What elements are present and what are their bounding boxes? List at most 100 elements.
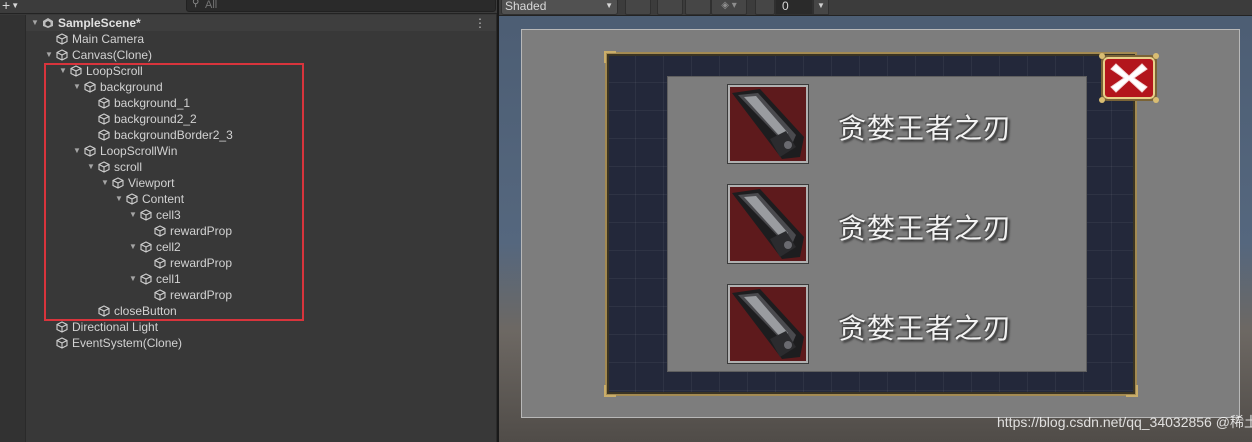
item-name: 贪婪王者之刃 (838, 212, 1013, 245)
hierarchy-row[interactable]: EventSystem(Clone) (26, 335, 496, 351)
gameobject-cube-icon (70, 65, 82, 77)
effects-toggle-button[interactable]: ◈ ▾ (711, 0, 747, 15)
shading-mode-label: Shaded (505, 0, 547, 13)
hierarchy-row[interactable]: rewardProp (26, 287, 496, 303)
gameobject-cube-icon (98, 305, 110, 317)
hierarchy-row[interactable]: ▼ background (26, 79, 496, 95)
hierarchy-search-input[interactable] (205, 0, 485, 12)
hierarchy-gutter (0, 15, 26, 442)
hierarchy-row-label: cell2 (156, 240, 181, 254)
lighting-toggle-button[interactable] (657, 0, 683, 15)
hierarchy-row[interactable]: ▼ Viewport (26, 175, 496, 191)
gameobject-cube-icon (140, 273, 152, 285)
hierarchy-row[interactable]: ▼ cell3 (26, 207, 496, 223)
2d-toggle-button[interactable] (625, 0, 651, 15)
item-name: 贪婪王者之刃 (838, 112, 1013, 145)
layers-icon: ◈ ▾ (721, 0, 737, 11)
hierarchy-row-label: Content (142, 192, 185, 206)
hierarchy-row[interactable]: ▼ scroll (26, 159, 496, 175)
hierarchy-row-label: Directional Light (72, 320, 159, 334)
hierarchy-row[interactable]: rewardProp (26, 223, 496, 239)
frame-corner-ornament (604, 385, 616, 397)
hierarchy-row[interactable]: background2_2 (26, 111, 496, 127)
scene-menu-icon[interactable]: ⋮ (474, 15, 486, 31)
chevron-down-icon: ▼ (605, 1, 613, 10)
hierarchy-row[interactable]: backgroundBorder2_3 (26, 127, 496, 143)
hierarchy-scene-row[interactable]: ▼ SampleScene* ⋮ (26, 15, 496, 31)
sword-item-icon (728, 285, 808, 363)
frame-corner-ornament (604, 51, 616, 63)
list-cell[interactable]: 贪婪王者之刃 (668, 77, 1088, 163)
hierarchy-row[interactable]: ▼ Canvas(Clone) (26, 47, 496, 63)
gameobject-cube-icon (112, 177, 124, 189)
expand-arrow-icon[interactable]: ▼ (58, 63, 68, 79)
watermark-text: https://blog.csdn.net/qq_34032856 @稀土掘金技… (997, 414, 1252, 430)
list-cell[interactable]: 贪婪王者之刃 (668, 177, 1088, 263)
hierarchy-row-label: rewardProp (170, 288, 233, 302)
scene-toolbar: Shaded ▼ ◈ ▾ 0 ▼ (499, 0, 1252, 16)
expand-arrow-icon[interactable]: ▼ (86, 159, 96, 175)
expand-arrow-icon[interactable]: ▼ (128, 271, 138, 287)
expand-arrow-icon[interactable]: ▼ (72, 143, 82, 159)
unity-scene-icon (42, 17, 54, 29)
hierarchy-row[interactable]: ▼ LoopScrollWin (26, 143, 496, 159)
gameobject-cube-icon (140, 209, 152, 221)
shading-mode-dropdown[interactable]: Shaded ▼ (501, 0, 618, 15)
hierarchy-row-label: Main Camera (72, 32, 145, 46)
gameobject-cube-icon (56, 49, 68, 61)
expand-arrow-icon[interactable]: ▼ (100, 175, 110, 191)
hierarchy-row-label: background_1 (114, 96, 191, 110)
plus-icon: + (2, 0, 11, 13)
hierarchy-row-label: EventSystem(Clone) (72, 336, 183, 350)
hierarchy-row-label: cell1 (156, 272, 181, 286)
hierarchy-row[interactable]: rewardProp (26, 255, 496, 271)
hierarchy-row-label: scroll (114, 160, 143, 174)
scene-view[interactable]: Shaded ▼ ◈ ▾ 0 ▼ 贪婪王者之刃 贪婪王者之刃 贪婪王者之刃 ht… (499, 0, 1252, 442)
expand-arrow-icon[interactable]: ▼ (30, 15, 40, 31)
expand-arrow-icon[interactable]: ▼ (128, 239, 138, 255)
hierarchy-row-label: backgroundBorder2_3 (114, 128, 233, 142)
hidden-objects-count: 0 (775, 0, 813, 15)
hierarchy-row[interactable]: Directional Light (26, 319, 496, 335)
chevron-down-icon[interactable]: ▼ (813, 0, 829, 15)
hierarchy-row[interactable]: ▼ Content (26, 191, 496, 207)
gameobject-cube-icon (98, 97, 110, 109)
hierarchy-row-label: background (100, 80, 163, 94)
scroll-viewport[interactable]: 贪婪王者之刃 贪婪王者之刃 贪婪王者之刃 (667, 76, 1087, 372)
hierarchy-row[interactable]: ▼ cell1 (26, 271, 496, 287)
hierarchy-row[interactable]: background_1 (26, 95, 496, 111)
hierarchy-row[interactable]: ▼ cell2 (26, 239, 496, 255)
close-x-icon (1099, 53, 1159, 103)
hierarchy-row-label: Viewport (128, 176, 175, 190)
hierarchy-row-label: background2_2 (114, 112, 197, 126)
close-button[interactable] (1098, 52, 1160, 104)
hierarchy-row-label: rewardProp (170, 224, 233, 238)
gameobject-cube-icon (84, 81, 96, 93)
hierarchy-row[interactable]: Main Camera (26, 31, 496, 47)
expand-arrow-icon[interactable]: ▼ (128, 207, 138, 223)
hidden-objects-button[interactable] (755, 0, 775, 15)
hierarchy-row-label: Canvas(Clone) (72, 48, 153, 62)
gameobject-cube-icon (56, 321, 68, 333)
hierarchy-search[interactable]: ⚲ (186, 0, 496, 12)
add-object-button[interactable]: +▼ (0, 0, 26, 13)
expand-arrow-icon[interactable]: ▼ (114, 191, 124, 207)
frame-corner-ornament (1126, 385, 1138, 397)
gameobject-cube-icon (126, 193, 138, 205)
gameobject-cube-icon (154, 289, 166, 301)
gameobject-cube-icon (56, 337, 68, 349)
gameobject-cube-icon (98, 129, 110, 141)
hierarchy-row[interactable]: closeButton (26, 303, 496, 319)
chevron-down-icon: ▼ (11, 1, 20, 10)
gameobject-cube-icon (154, 257, 166, 269)
hierarchy-row-label: LoopScrollWin (100, 144, 178, 158)
item-name: 贪婪王者之刃 (838, 312, 1013, 345)
hierarchy-row-label: cell3 (156, 208, 181, 222)
hierarchy-row-label: LoopScroll (86, 64, 143, 78)
expand-arrow-icon[interactable]: ▼ (44, 47, 54, 63)
audio-toggle-button[interactable] (685, 0, 711, 15)
hierarchy-row[interactable]: ▼ LoopScroll (26, 63, 496, 79)
hierarchy-row-label: closeButton (114, 304, 177, 318)
expand-arrow-icon[interactable]: ▼ (72, 79, 82, 95)
list-cell[interactable]: 贪婪王者之刃 (668, 277, 1088, 363)
